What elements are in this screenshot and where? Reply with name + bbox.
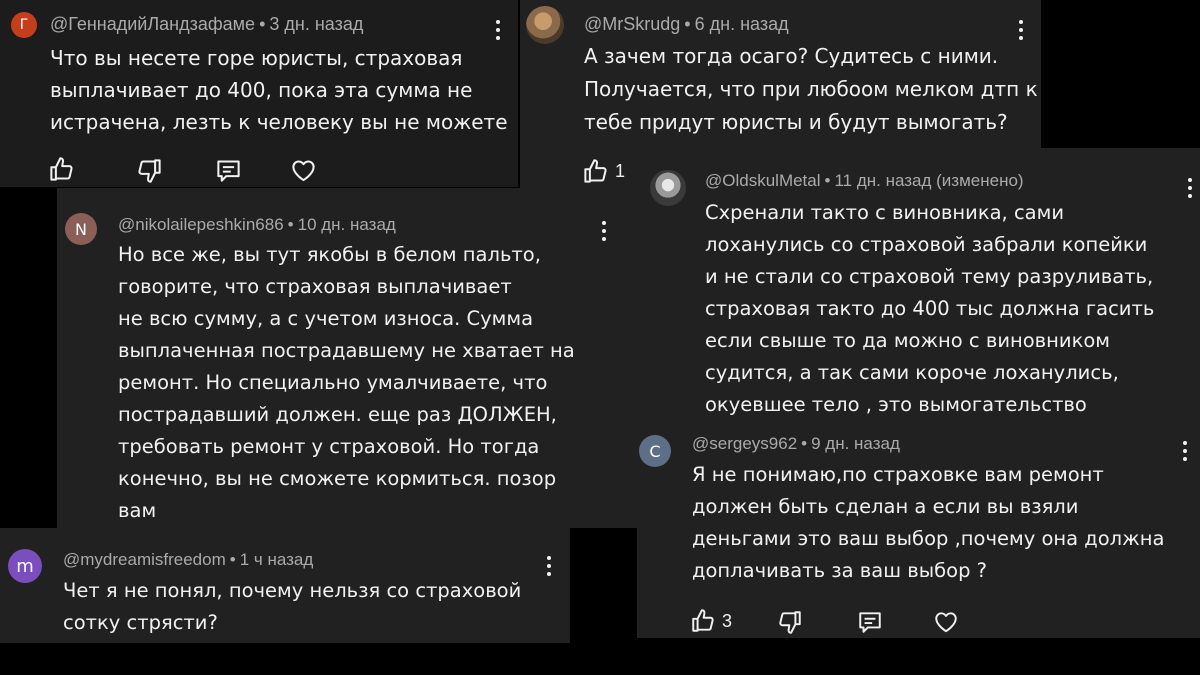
thumb-down-icon — [136, 157, 163, 184]
like-button[interactable]: 1 — [582, 158, 625, 185]
timestamp[interactable]: 9 дн. назад — [811, 434, 900, 453]
comment-card: N @nikolailepeshkin686 • 10 дн. назад Но в… — [57, 188, 637, 528]
comment-text: Схренали такто с виновника, сами лоханул… — [705, 197, 1154, 421]
comment-line: ремонт. Но специально умалчиваете, что — [118, 371, 548, 394]
thumb-up-icon — [582, 158, 609, 185]
comment-line: выплачивает до 400, пока эта сумма не — [50, 78, 473, 102]
avatar[interactable]: N — [65, 213, 97, 245]
comment-line: требовать ремонт у страховой. Но тогда — [118, 435, 540, 458]
comment-text: Что вы несете горе юристы, страховая вып… — [50, 42, 508, 138]
author-name[interactable]: @ГеннадийЛандзафаме — [50, 14, 255, 34]
comment-card: @OldskulMetal • 11 дн. назад (изменено) Сх… — [637, 148, 1200, 430]
author-name[interactable]: @OldskulMetal — [705, 171, 821, 190]
dislike-button[interactable] — [777, 609, 803, 635]
more-options-icon[interactable] — [546, 556, 552, 576]
comment-line: должен быть сделан а если вы взяли — [692, 495, 1079, 518]
comment-line: не всю сумму, а с учетом износа. Сумма — [118, 307, 534, 330]
like-count: 1 — [615, 161, 626, 181]
like-count: 3 — [722, 610, 733, 631]
comment-line: А зачем тогда осаго? Судитесь с ними. — [584, 44, 999, 68]
author-name[interactable]: @mydreamisfreedom — [63, 550, 226, 569]
comment-line: Получается, что при любоом мелком дтп к — [584, 77, 1038, 101]
comment-header: @OldskulMetal • 11 дн. назад (изменено) — [705, 171, 1024, 191]
timestamp[interactable]: 1 ч назад — [240, 550, 314, 569]
more-options-icon[interactable] — [495, 20, 501, 40]
dislike-button[interactable] — [136, 157, 163, 184]
comment-card: C @sergeys962 • 9 дн. назад Я не понимаю,п… — [637, 425, 1200, 638]
comment-line: сотку стрясти? — [63, 611, 218, 634]
separator-dot: • — [259, 14, 266, 34]
author-name[interactable]: @sergeys962 — [692, 434, 797, 453]
timestamp[interactable]: 10 дн. назад — [298, 215, 396, 234]
comment-line: вам — [118, 499, 157, 522]
comment-line: и не стали со страховой тему разруливать… — [705, 265, 1154, 288]
avatar-letter: m — [16, 555, 34, 577]
author-name[interactable]: @MrSkrudg — [584, 14, 680, 34]
heart-icon — [290, 157, 317, 184]
comment-line: Чет я не понял, почему нельзя со страхов… — [63, 579, 522, 602]
comment-line: доплачивать за ваш выбор ? — [692, 559, 988, 582]
comment-line: Но все же, вы тут якобы в белом пальто, — [118, 243, 541, 266]
reply-button[interactable] — [215, 157, 242, 184]
timestamp[interactable]: 11 дн. назад (изменено) — [834, 171, 1023, 190]
heart-button[interactable] — [290, 157, 317, 184]
reply-icon — [215, 157, 242, 184]
comment-text: Чет я не понял, почему нельзя со страхов… — [63, 575, 521, 639]
comment-card: m @mydreamisfreedom • 1 ч назад Чет я не п… — [0, 528, 570, 643]
comment-card: Г @ГеннадийЛандзафаме • 3 дн. назад Что вы… — [0, 0, 518, 187]
more-options-icon[interactable] — [1187, 178, 1193, 198]
avatar[interactable]: C — [639, 435, 671, 467]
comment-header: @MrSkrudg • 6 дн. назад — [584, 14, 789, 35]
timestamp[interactable]: 3 дн. назад — [269, 14, 363, 34]
comment-line: говорите, что страховая выплачивает — [118, 275, 512, 298]
avatar-letter: C — [649, 441, 661, 461]
more-options-icon[interactable] — [601, 221, 607, 241]
reply-icon — [857, 609, 883, 635]
comment-line: Схренали такто с виновника, сами — [705, 201, 1064, 224]
comment-line: судится, а так сами короче лоханулись, — [705, 361, 1119, 384]
thumb-down-icon — [777, 609, 803, 635]
like-button[interactable]: 3 — [690, 608, 732, 634]
comment-line: тебе придут юристы и будут вымогать? — [584, 110, 1008, 134]
comment-text: А зачем тогда осаго? Судитесь с ними. По… — [584, 40, 1038, 139]
avatar-letter: Г — [19, 17, 29, 33]
separator-dot: • — [287, 215, 294, 234]
heart-icon — [933, 609, 959, 635]
separator-dot: • — [824, 171, 831, 190]
more-options-icon[interactable] — [1182, 441, 1188, 461]
comment-line: истрачена, лезть к человеку вы не можете — [50, 110, 508, 134]
comment-line: деньгами это ваш выбор ,почему она должн… — [692, 527, 1165, 550]
comment-line: страховая такто до 400 тыс должна гасить — [705, 297, 1155, 320]
comment-line: выплаченная пострадавшему не хватает на — [118, 339, 575, 362]
comment-header: @sergeys962 • 9 дн. назад — [692, 434, 900, 454]
avatar[interactable] — [650, 170, 686, 206]
comment-header: @mydreamisfreedom • 1 ч назад — [63, 550, 313, 570]
comment-text: Но все же, вы тут якобы в белом пальто, … — [118, 239, 575, 527]
avatar[interactable]: Г — [11, 12, 37, 38]
separator-dot: • — [684, 14, 691, 34]
timestamp[interactable]: 6 дн. назад — [695, 14, 789, 34]
avatar-letter: N — [75, 219, 87, 239]
avatar[interactable] — [526, 6, 564, 44]
author-name[interactable]: @nikolailepeshkin686 — [118, 215, 284, 234]
thumb-up-icon — [690, 608, 716, 634]
separator-dot: • — [229, 550, 236, 569]
heart-button[interactable] — [933, 609, 959, 635]
thumb-up-icon — [48, 156, 75, 183]
comment-line: Что вы несете горе юристы, страховая — [50, 46, 463, 70]
comment-line: если свыше то да можно с виновником — [705, 329, 1111, 352]
more-options-icon[interactable] — [1018, 20, 1024, 40]
comment-line: лоханулись со страховой забрали копейки — [705, 233, 1148, 256]
comment-line: конечно, вы не сможете кормиться. позор — [118, 467, 557, 490]
reply-button[interactable] — [857, 609, 883, 635]
comment-line: окуевшее тело , это вымогательство — [705, 393, 1087, 416]
comment-header: @nikolailepeshkin686 • 10 дн. назад — [118, 215, 396, 235]
comment-header: @ГеннадийЛандзафаме • 3 дн. назад — [50, 14, 363, 35]
separator-dot: • — [801, 434, 808, 453]
comment-text: Я не понимаю,по страховке вам ремонт дол… — [692, 459, 1164, 587]
like-button[interactable] — [48, 156, 75, 183]
comment-line: пострадавший должен. еще раз ДОЛЖЕН, — [118, 403, 557, 426]
comment-line: Я не понимаю,по страховке вам ремонт — [692, 463, 1104, 486]
avatar[interactable]: m — [8, 549, 42, 583]
